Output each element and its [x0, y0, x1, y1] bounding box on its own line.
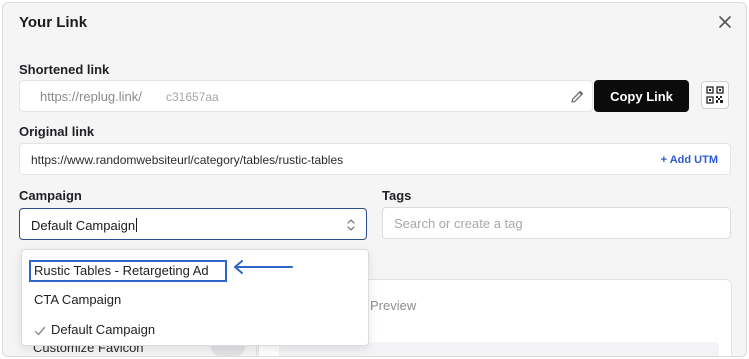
chevron-up-down-icon: [346, 218, 356, 232]
original-link-url: https://www.randomwebsiteurl/category/ta…: [31, 153, 344, 167]
close-icon[interactable]: [717, 14, 733, 30]
short-link-prefix: https://replug.link/: [40, 89, 142, 104]
arrow-left-icon: [232, 259, 294, 275]
campaign-value: Default Campaign: [31, 218, 138, 233]
preview-label: Preview: [370, 298, 417, 313]
add-utm-link[interactable]: + Add UTM: [661, 154, 718, 166]
original-link-field[interactable]: https://www.randomwebsiteurl/category/ta…: [19, 143, 731, 175]
campaign-dropdown: Rustic Tables - Retargeting Ad CTA Campa…: [21, 249, 369, 346]
option-label: Default Campaign: [51, 322, 156, 337]
your-link-dialog: Your Link Shortened link https://replug.…: [2, 2, 747, 357]
campaign-label: Campaign: [19, 188, 82, 203]
campaign-select[interactable]: Default Campaign: [19, 208, 367, 240]
campaign-option-rustic-tables[interactable]: Rustic Tables - Retargeting Ad: [22, 254, 368, 282]
option-label: CTA Campaign: [34, 292, 122, 307]
shortened-link-label: Shortened link: [19, 62, 110, 77]
original-link-label: Original link: [19, 124, 95, 139]
check-icon: [34, 324, 46, 336]
qr-code-icon[interactable]: [701, 81, 729, 109]
copy-link-button[interactable]: Copy Link: [594, 80, 689, 112]
campaign-option-cta[interactable]: CTA Campaign: [22, 286, 368, 314]
dialog-title: Your Link: [19, 14, 88, 31]
campaign-option-default[interactable]: Default Campaign: [22, 316, 368, 344]
option-label: Rustic Tables - Retargeting Ad: [34, 263, 209, 278]
tags-label: Tags: [382, 188, 412, 203]
short-link-code[interactable]: c31657aa: [166, 90, 219, 104]
pencil-icon[interactable]: [570, 89, 585, 104]
tags-input[interactable]: [382, 207, 731, 239]
shortened-link-field[interactable]: https://replug.link/ c31657aa: [19, 80, 593, 112]
